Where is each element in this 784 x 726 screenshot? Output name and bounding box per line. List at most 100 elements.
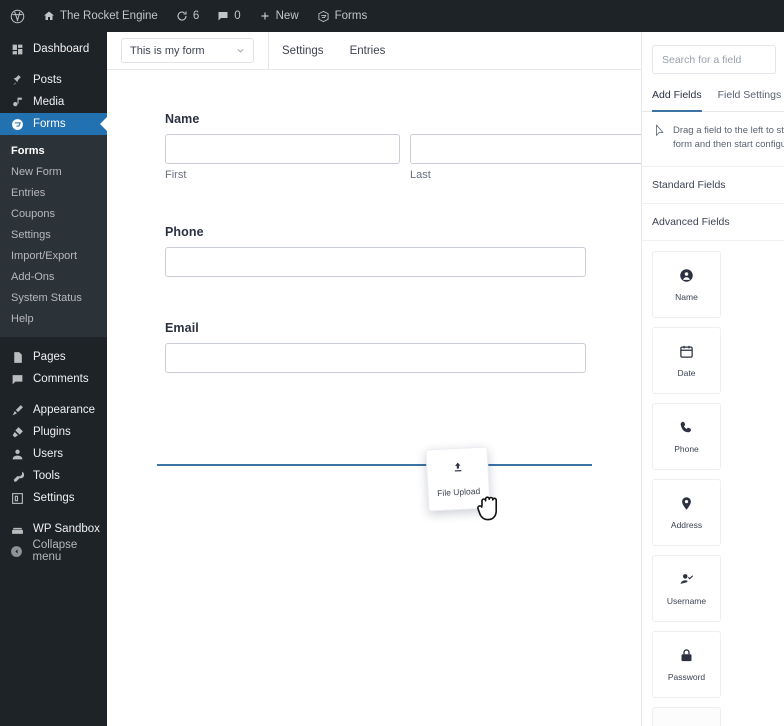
tab-settings[interactable]: Settings <box>269 32 337 70</box>
name-first-column: First <box>165 134 400 181</box>
forms-submenu: Forms New Form Entries Coupons Settings … <box>0 135 107 337</box>
map-pin-icon <box>679 496 694 511</box>
users-icon <box>9 448 25 461</box>
sidebar-item-forms[interactable]: Forms <box>0 113 108 135</box>
field-label: Phone <box>165 225 204 239</box>
hint-line-2: form and then start configu <box>673 139 784 150</box>
sidebar-item-posts[interactable]: Posts <box>0 69 107 91</box>
search-placeholder: Search for a field <box>662 53 742 66</box>
submenu-item-new-form[interactable]: New Form <box>0 162 107 183</box>
accordion-advanced-fields[interactable]: Advanced Fields <box>642 204 784 241</box>
tab-field-settings[interactable]: Field Settings <box>718 84 782 112</box>
adminbar-forms-menu[interactable]: Forms <box>308 0 377 32</box>
site-name-label: The Rocket Engine <box>60 10 158 22</box>
new-content-menu[interactable]: New <box>250 0 308 32</box>
name-last-sublabel: Last <box>410 169 431 181</box>
form-field-phone[interactable]: Phone <box>165 225 645 277</box>
field-tile-label: Phone <box>674 443 699 454</box>
updates-count: 6 <box>192 10 200 22</box>
wordpress-logo-icon <box>10 9 25 24</box>
sidebar-label: Collapse menu <box>32 539 78 563</box>
field-tile-date[interactable]: Date <box>652 327 721 394</box>
field-library-panel: Search for a field Add Fields Field Sett… <box>641 32 784 726</box>
admin-sidebar: Dashboard Posts Media Forms Forms New Fo… <box>0 32 108 726</box>
comments-icon <box>9 373 25 386</box>
sidebar-label: WP Sandbox <box>33 523 100 535</box>
sidebar-label: Comments <box>33 373 89 385</box>
plugin-icon <box>9 426 25 439</box>
submenu-item-settings[interactable]: Settings <box>0 225 107 246</box>
sidebar-label: Appearance <box>33 404 96 416</box>
form-fields-list: Name First Last Phone Email <box>165 112 645 417</box>
tab-add-fields[interactable]: Add Fields <box>652 84 702 112</box>
sidebar-label: Forms <box>33 118 66 130</box>
grabbing-hand-cursor <box>475 490 505 529</box>
sidebar-item-settings[interactable]: Settings <box>0 487 107 509</box>
sidebar-item-dashboard[interactable]: Dashboard <box>0 38 107 60</box>
sidebar-item-pages[interactable]: Pages <box>0 346 107 368</box>
updates-menu[interactable]: 6 <box>167 0 208 32</box>
field-tile-name[interactable]: Name <box>652 251 721 318</box>
comments-count: 0 <box>234 10 241 22</box>
submenu-item-entries[interactable]: Entries <box>0 183 107 204</box>
sidebar-item-wp-sandbox[interactable]: WP Sandbox <box>0 518 107 540</box>
form-field-name[interactable]: Name First Last <box>165 112 645 181</box>
form-field-email[interactable]: Email <box>165 321 645 373</box>
field-tile-label: Password <box>667 671 706 682</box>
sidebar-item-tools[interactable]: Tools <box>0 465 107 487</box>
field-tile-label: Username <box>666 595 707 606</box>
field-tile-phone[interactable]: Phone <box>652 403 721 470</box>
submenu-item-help[interactable]: Help <box>0 309 107 330</box>
field-tile-empty-slot <box>652 707 721 726</box>
sidebar-item-comments[interactable]: Comments <box>0 368 107 390</box>
name-last-input[interactable] <box>410 134 645 164</box>
field-tile-password[interactable]: Password <box>652 631 721 698</box>
submenu-item-coupons[interactable]: Coupons <box>0 204 107 225</box>
tab-entries[interactable]: Entries <box>337 32 399 70</box>
field-tile-address[interactable]: Address <box>652 479 721 546</box>
home-icon <box>43 10 55 22</box>
submenu-item-system-status[interactable]: System Status <box>0 288 107 309</box>
name-first-input[interactable] <box>165 134 400 164</box>
adminbar-forms-label: Forms <box>334 10 368 22</box>
email-input[interactable] <box>165 343 586 373</box>
sidebar-item-users[interactable]: Users <box>0 443 107 465</box>
advanced-fields-grid: Name Date Phone Address Username Passwor… <box>642 241 784 726</box>
field-tile-label: Address <box>670 519 703 530</box>
drag-instruction: Drag a field to the left to st form and … <box>642 112 784 167</box>
sandbox-icon <box>9 523 25 536</box>
field-tile-username[interactable]: Username <box>652 555 721 622</box>
submenu-item-import-export[interactable]: Import/Export <box>0 246 107 267</box>
form-selector-dropdown[interactable]: This is my form <box>121 38 254 63</box>
sidebar-label: Plugins <box>33 426 71 438</box>
sidebar-item-media[interactable]: Media <box>0 91 107 113</box>
accordion-standard-fields[interactable]: Standard Fields <box>642 167 784 204</box>
comments-menu[interactable]: 0 <box>208 0 249 32</box>
name-first-sublabel: First <box>165 169 187 181</box>
media-icon <box>9 96 25 109</box>
sidebar-item-appearance[interactable]: Appearance <box>0 399 107 421</box>
search-input[interactable]: Search for a field <box>652 45 776 74</box>
wp-admin-bar: The Rocket Engine 6 0 New Forms <box>0 0 784 32</box>
field-tile-label: Name <box>675 291 698 302</box>
sidebar-label: Settings <box>33 492 75 504</box>
sidebar-label: Dashboard <box>33 43 90 55</box>
new-label: New <box>275 10 299 22</box>
submenu-item-forms[interactable]: Forms <box>0 141 107 162</box>
sidebar-item-collapse-menu[interactable]: Collapse menu <box>0 539 107 563</box>
dragged-field-label: File Upload <box>436 485 481 499</box>
wp-logo-menu[interactable] <box>0 0 34 32</box>
hint-line-1: Drag a field to the left to st <box>673 125 784 136</box>
chevron-down-icon <box>236 46 245 55</box>
sidebar-item-plugins[interactable]: Plugins <box>0 421 107 443</box>
drag-instruction-text: Drag a field to the left to st form and … <box>673 124 784 152</box>
phone-input[interactable] <box>165 247 586 277</box>
submenu-item-add-ons[interactable]: Add-Ons <box>0 267 107 288</box>
field-label: Name <box>165 112 200 126</box>
field-tile-label: Date <box>677 367 696 378</box>
upload-icon <box>451 461 465 480</box>
site-name-menu[interactable]: The Rocket Engine <box>34 0 167 32</box>
sidebar-label: Posts <box>33 74 62 86</box>
gravity-forms-icon <box>317 10 330 23</box>
phone-icon <box>679 420 694 435</box>
